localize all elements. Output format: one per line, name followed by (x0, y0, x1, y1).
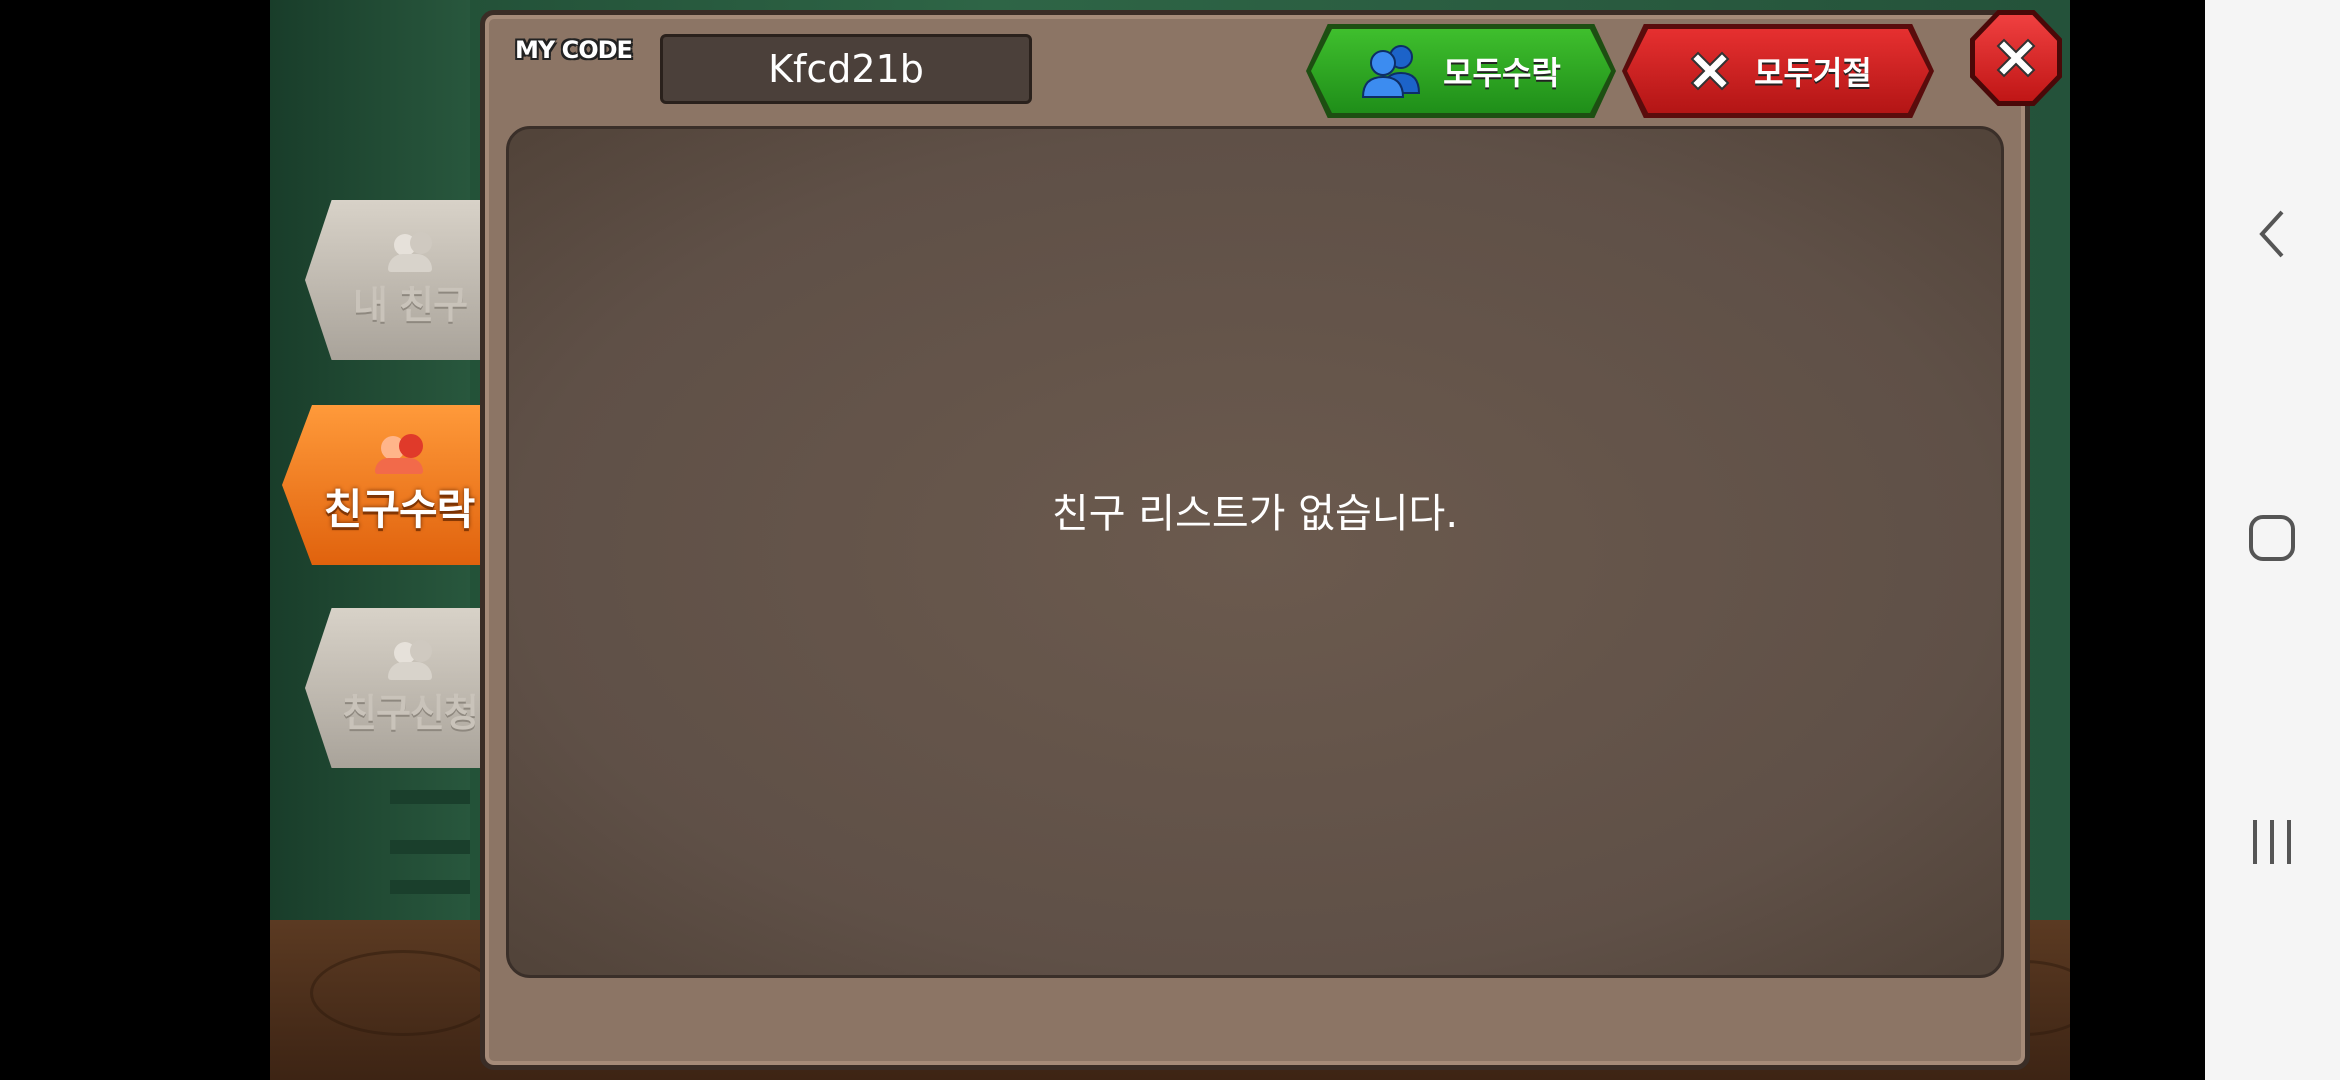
tab-friend-accept[interactable]: 친구수락 (282, 405, 496, 565)
friends-icon (380, 231, 440, 272)
friend-list: 친구 리스트가 없습니다. (506, 126, 2004, 978)
tab-label: 내 친구 (352, 282, 468, 327)
friends-icon (369, 433, 429, 474)
close-button[interactable] (1970, 10, 2062, 106)
accept-all-button[interactable]: 모두수락 (1306, 24, 1616, 118)
tab-label: 친구신청 (342, 690, 479, 735)
tab-label: 친구수락 (323, 484, 476, 534)
reject-all-button[interactable]: 모두거절 (1622, 24, 1934, 118)
users-icon (1362, 45, 1421, 98)
empty-list-message: 친구 리스트가 없습니다. (1051, 491, 1459, 537)
home-button[interactable] (2240, 506, 2304, 570)
wall-detail (390, 880, 470, 894)
home-icon (2249, 515, 2295, 561)
recents-button[interactable] (2240, 810, 2304, 874)
my-code-value: Kfcd21b (660, 34, 1032, 104)
reject-all-label: 모두거절 (1754, 54, 1872, 92)
recents-icon (2253, 820, 2291, 864)
tab-my-friends[interactable]: 내 친구 (305, 200, 495, 360)
wall-detail (390, 840, 470, 854)
tab-friend-request[interactable]: 친구신청 (305, 608, 495, 768)
floor-grain (310, 950, 496, 1036)
back-button[interactable] (2240, 202, 2304, 266)
my-code-label: MY CODE (515, 36, 633, 64)
friends-icon (380, 639, 440, 680)
back-icon (2259, 210, 2284, 258)
accept-all-label: 모두수락 (1443, 54, 1561, 92)
close-icon (1996, 38, 2036, 78)
wall-detail (390, 790, 470, 804)
x-icon (1690, 51, 1730, 91)
system-nav-bar (2205, 0, 2340, 1080)
